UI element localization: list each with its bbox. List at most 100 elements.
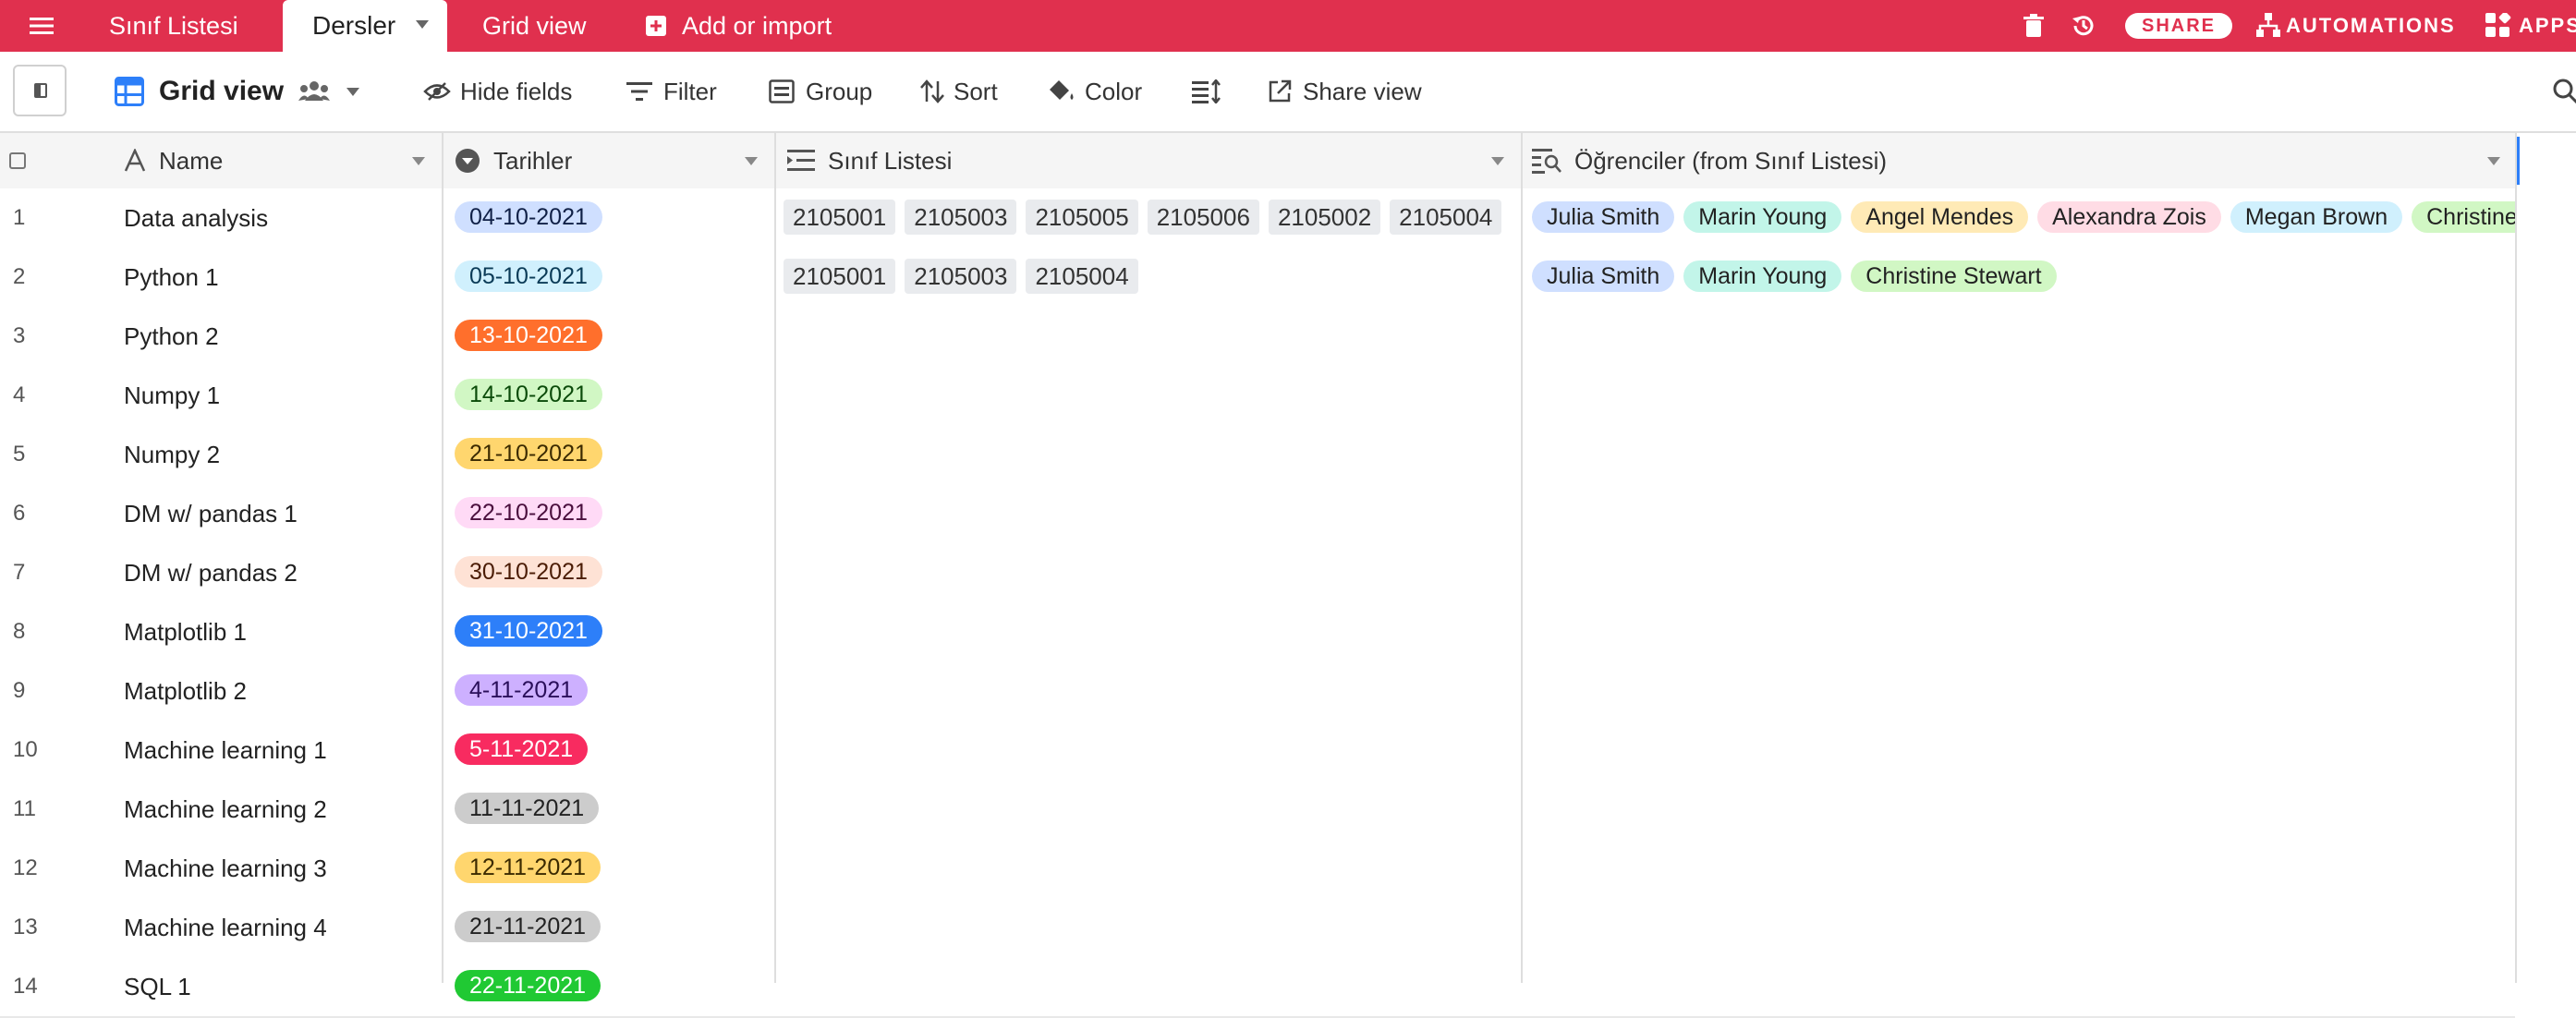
search-icon[interactable] [2552, 52, 2576, 131]
top-bar: Sınıf Listesi Dersler Grid view Add or i… [0, 0, 2576, 52]
column-header-name[interactable]: Name [124, 133, 223, 188]
date-pill[interactable]: 21-10-2021 [455, 438, 602, 469]
chevron-down-icon[interactable] [1491, 157, 1504, 165]
table-row[interactable]: 14 SQL 1 22-11-2021 [0, 957, 2515, 1018]
cell-name[interactable]: Matplotlib 1 [124, 602, 247, 661]
chevron-down-icon[interactable] [2487, 157, 2500, 165]
table-row[interactable]: 7 DM w/ pandas 2 30-10-2021 [0, 543, 2515, 604]
add-import-button[interactable]: Add or import [645, 0, 832, 52]
lookup-icon [1532, 148, 1561, 174]
history-icon[interactable] [2070, 0, 2097, 52]
table-row[interactable]: 4 Numpy 1 14-10-2021 [0, 366, 2515, 427]
chevron-down-icon[interactable] [346, 87, 360, 96]
date-pill[interactable]: 22-10-2021 [455, 497, 602, 528]
color-button[interactable]: Color [1048, 52, 1142, 131]
cell-name[interactable]: SQL 1 [124, 957, 191, 1016]
trash-icon[interactable] [2023, 0, 2044, 52]
sidebar-toggle-button[interactable] [13, 65, 67, 116]
row-height-button[interactable] [1192, 52, 1221, 131]
table-row[interactable]: 3 Python 2 13-10-2021 [0, 307, 2515, 368]
cell-name[interactable]: Machine learning 4 [124, 898, 327, 957]
date-pill[interactable]: 14-10-2021 [455, 379, 602, 410]
cell-name[interactable]: Matplotlib 2 [124, 661, 247, 721]
linked-record-chip[interactable]: 2105003 [905, 259, 1017, 294]
cell-linked-records[interactable]: 2105001 2105003 2105004 [784, 259, 1148, 296]
sidebar-icon [34, 83, 47, 98]
column-header-tarihler[interactable]: Tarihler [455, 133, 572, 188]
table-row[interactable]: 5 Numpy 2 21-10-2021 [0, 425, 2515, 486]
cell-name[interactable]: Python 2 [124, 307, 219, 366]
row-number: 13 [13, 915, 38, 939]
cell-students[interactable]: Julia Smith Marin Young Angel Mendes Alexan… [1532, 188, 2515, 248]
student-chip: Angel Mendes [1851, 201, 2029, 233]
linked-record-chip[interactable]: 2105002 [1268, 200, 1381, 235]
date-pill[interactable]: 5-11-2021 [455, 733, 589, 765]
linked-record-chip[interactable]: 2105005 [1026, 200, 1138, 235]
chevron-down-icon[interactable] [416, 20, 429, 29]
date-pill[interactable]: 30-10-2021 [455, 556, 602, 588]
cell-students[interactable]: Julia Smith Marin Young Christine Stewart [1532, 248, 2515, 307]
row-height-icon [1192, 79, 1221, 103]
linked-record-chip[interactable]: 2105006 [1147, 200, 1259, 235]
cell-name[interactable]: Numpy 1 [124, 366, 220, 425]
chevron-down-icon[interactable] [412, 157, 425, 165]
menu-icon[interactable] [30, 0, 54, 52]
select-all-checkbox[interactable] [9, 133, 26, 188]
column-header-sinif-listesi[interactable]: Sınıf Listesi [787, 133, 952, 188]
column-header-ogrenciler[interactable]: Öğrenciler (from Sınıf Listesi) [1532, 133, 1887, 188]
table-row[interactable]: 12 Machine learning 3 12-11-2021 [0, 839, 2515, 900]
date-pill[interactable]: 31-10-2021 [455, 615, 602, 647]
automations-button[interactable]: AUTOMATIONS [2256, 0, 2456, 52]
share-view-button[interactable]: Share view [1268, 52, 1422, 131]
date-pill[interactable]: 04-10-2021 [455, 201, 602, 233]
linked-record-chip[interactable]: 2105004 [1390, 200, 1502, 235]
table-row[interactable]: 2 Python 1 05-10-2021 2105001 2105003 2105004… [0, 248, 2515, 309]
table-row[interactable]: 10 Machine learning 1 5-11-2021 [0, 721, 2515, 782]
table-row[interactable]: 1 Data analysis 04-10-2021 2105001 2105003 21… [0, 188, 2515, 249]
tab-dersler[interactable]: Dersler [283, 0, 447, 52]
cell-name[interactable]: Data analysis [124, 188, 268, 248]
tab-grid-view[interactable]: Grid view [482, 0, 587, 52]
cell-name[interactable]: Numpy 2 [124, 425, 220, 484]
filter-icon [626, 81, 652, 102]
date-pill[interactable]: 21-11-2021 [455, 911, 601, 942]
linked-record-chip[interactable]: 2105001 [784, 259, 896, 294]
linked-record-chip[interactable]: 2105003 [905, 200, 1017, 235]
table-row[interactable]: 8 Matplotlib 1 31-10-2021 [0, 602, 2515, 663]
hide-fields-button[interactable]: Hide fields [423, 52, 572, 131]
date-pill[interactable]: 22-11-2021 [455, 970, 601, 1001]
cell-linked-records[interactable]: 2105001 2105003 2105005 2105006 2105002 21050… [784, 200, 1511, 236]
date-pill[interactable]: 13-10-2021 [455, 320, 602, 351]
share-button[interactable]: SHARE [2125, 13, 2232, 39]
filter-button[interactable]: Filter [626, 52, 717, 131]
student-chip: Christine Stewart [2412, 201, 2515, 233]
linked-record-chip[interactable]: 2105001 [784, 200, 896, 235]
linked-record-chip[interactable]: 2105004 [1026, 259, 1138, 294]
date-pill[interactable]: 11-11-2021 [455, 793, 600, 824]
row-number: 4 [13, 382, 26, 407]
table-row[interactable]: 6 DM w/ pandas 1 22-10-2021 [0, 484, 2515, 545]
apps-button[interactable]: APPS [2485, 0, 2576, 52]
cell-name[interactable]: Machine learning 3 [124, 839, 327, 898]
date-pill[interactable]: 12-11-2021 [455, 852, 601, 883]
chevron-down-icon[interactable] [745, 157, 758, 165]
table-row[interactable]: 13 Machine learning 4 21-11-2021 [0, 898, 2515, 959]
table-row[interactable]: 11 Machine learning 2 11-11-2021 [0, 780, 2515, 841]
column-sinif-listesi-label: Sınıf Listesi [828, 146, 953, 175]
plus-square-icon [645, 15, 667, 37]
tab-sinif-listesi[interactable]: Sınıf Listesi [109, 0, 238, 52]
view-switcher[interactable]: Grid view [115, 52, 360, 131]
date-pill[interactable]: 05-10-2021 [455, 261, 602, 292]
cell-name[interactable]: Machine learning 2 [124, 780, 327, 839]
linked-record-icon [787, 149, 815, 173]
group-icon [769, 79, 795, 103]
cell-name[interactable]: Machine learning 1 [124, 721, 327, 780]
table-row[interactable]: 9 Matplotlib 2 4-11-2021 [0, 661, 2515, 722]
sort-button[interactable]: Sort [920, 52, 998, 131]
group-button[interactable]: Group [769, 52, 872, 131]
sort-label: Sort [954, 77, 998, 105]
cell-name[interactable]: Python 1 [124, 248, 219, 307]
cell-name[interactable]: DM w/ pandas 1 [124, 484, 298, 543]
cell-name[interactable]: DM w/ pandas 2 [124, 543, 298, 602]
date-pill[interactable]: 4-11-2021 [455, 674, 589, 706]
